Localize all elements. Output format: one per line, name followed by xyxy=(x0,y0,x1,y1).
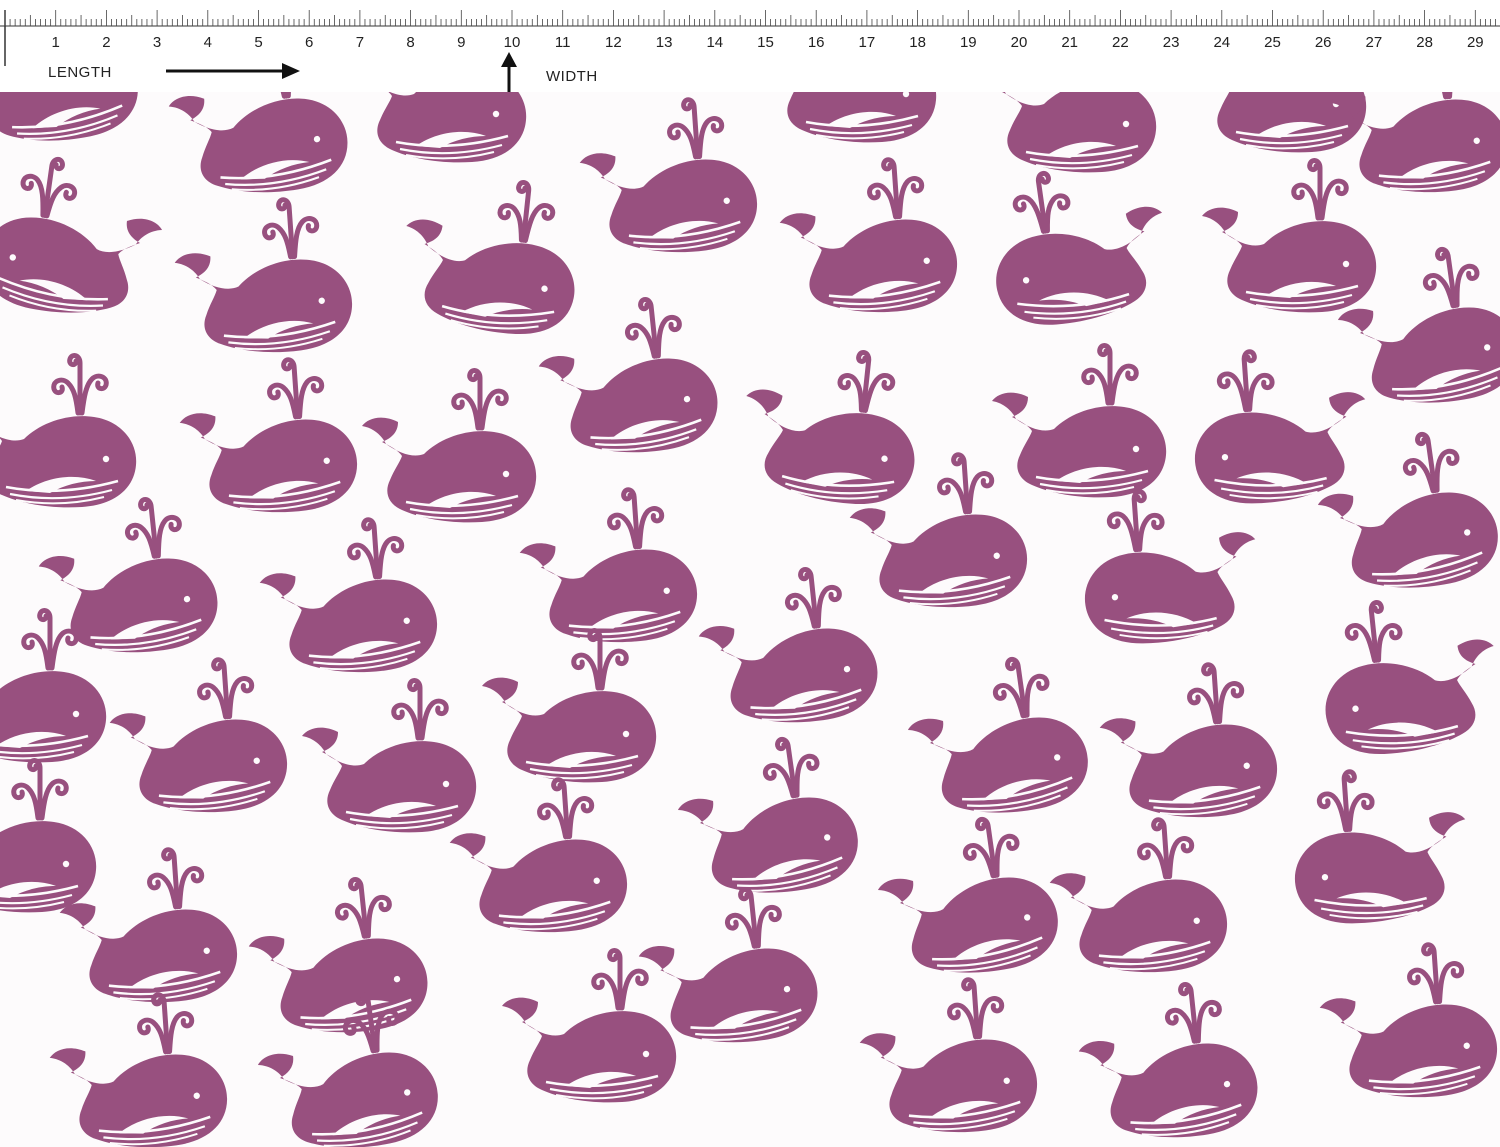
ruler-number: 21 xyxy=(1061,34,1078,51)
ruler-number: 10 xyxy=(504,34,521,51)
ruler-number: 20 xyxy=(1011,34,1028,51)
ruler-number: 29 xyxy=(1467,34,1484,51)
ruler-number: 14 xyxy=(706,34,723,51)
ruler-number: 12 xyxy=(605,34,622,51)
ruler-number: 6 xyxy=(305,34,313,51)
ruler-scale: 1 2 3 4 5 6 7 8 9 10 11 12 13 14 15 16 17 18 19 20 21 22 23 24 2… xyxy=(0,10,1500,92)
ruler-number: 11 xyxy=(555,34,571,51)
ruler-number: 3 xyxy=(153,34,161,51)
ruler-number: 8 xyxy=(406,34,414,51)
ruler-tick-marks xyxy=(4,10,1496,26)
ruler-number: 1 xyxy=(52,34,60,51)
ruler-number: 13 xyxy=(656,34,673,51)
fabric-swatch xyxy=(0,92,1500,1147)
ruler-number: 5 xyxy=(254,34,262,51)
ruler-number: 4 xyxy=(204,34,212,51)
ruler-number: 28 xyxy=(1416,34,1433,51)
ruler-number: 9 xyxy=(457,34,465,51)
width-label: WIDTH xyxy=(546,68,598,85)
length-arrow-icon xyxy=(166,63,300,79)
ruler-number: 18 xyxy=(909,34,926,51)
length-label: LENGTH xyxy=(48,64,112,81)
ruler-number: 26 xyxy=(1315,34,1332,51)
measurement-ruler: 1 2 3 4 5 6 7 8 9 10 11 12 13 14 15 16 17 18 19 20 21 22 23 24 2… xyxy=(0,0,1500,92)
ruler-number: 16 xyxy=(808,34,825,51)
ruler-number: 7 xyxy=(356,34,364,51)
whale-pattern xyxy=(0,92,1500,1147)
ruler-number: 17 xyxy=(859,34,876,51)
ruler-number: 2 xyxy=(102,34,110,51)
ruler-number: 22 xyxy=(1112,34,1129,51)
ruler-number: 24 xyxy=(1213,34,1230,51)
ruler-number: 15 xyxy=(757,34,774,51)
ruler-number: 23 xyxy=(1163,34,1180,51)
ruler-number: 25 xyxy=(1264,34,1281,51)
ruler-numbers: 1 2 3 4 5 6 7 8 9 10 11 12 13 14 15 16 17 18 19 20 21 22 23 24 2… xyxy=(52,34,1484,51)
ruler-number: 19 xyxy=(960,34,977,51)
width-arrow-icon xyxy=(501,52,517,92)
ruler-number: 27 xyxy=(1366,34,1383,51)
